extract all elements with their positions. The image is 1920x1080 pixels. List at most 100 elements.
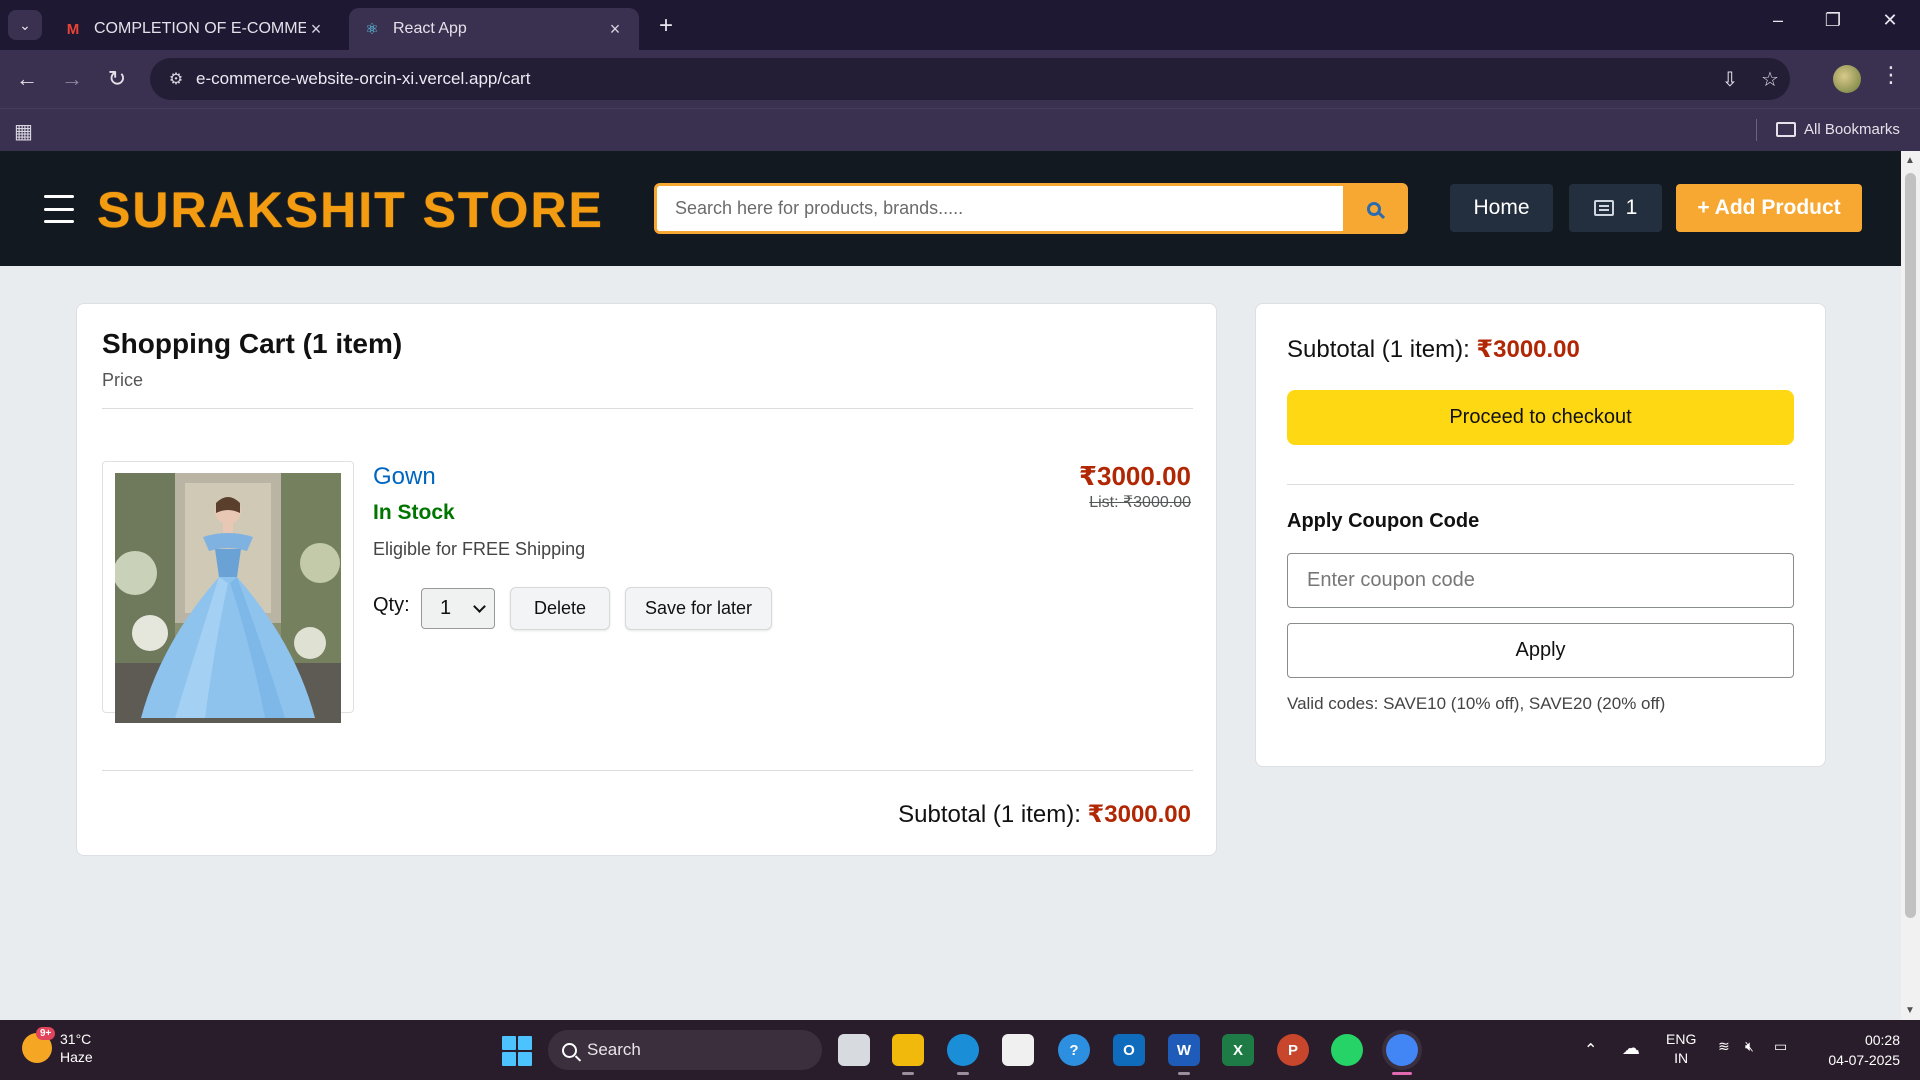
folder-icon [1776,122,1796,137]
cart-subtotal: Subtotal (1 item): ₹3000.00 [898,800,1191,829]
edge-icon[interactable] [947,1034,979,1066]
hamburger-menu-icon[interactable] [44,195,74,223]
tab-gmail[interactable]: M COMPLETION OF E-COMMERCE × [50,8,340,50]
chrome-icon[interactable] [1386,1034,1418,1066]
powerpoint-icon[interactable]: P [1277,1034,1309,1066]
divider [1287,484,1794,485]
install-app-icon[interactable]: ⇩ [1710,67,1750,92]
taskbar-search-label: Search [587,1040,641,1059]
valid-codes-hint: Valid codes: SAVE10 (10% off), SAVE20 (2… [1287,694,1666,713]
cart-button[interactable]: 1 [1569,184,1662,232]
minimize-icon[interactable]: – [1758,10,1798,31]
bookmark-star-icon[interactable]: ☆ [1750,67,1790,92]
apply-coupon-button[interactable]: Apply [1287,623,1794,678]
search-input[interactable] [657,186,1343,231]
store-logo[interactable]: SURAKSHIT STORE [97,181,604,239]
outlook-icon[interactable]: O [1113,1034,1145,1066]
product-name-link[interactable]: Gown [373,463,436,491]
scroll-down-icon[interactable]: ▼ [1905,1005,1915,1016]
bookmarks-divider [1756,119,1757,141]
weather-widget[interactable]: 9+ 31°C Haze [22,1027,93,1066]
gmail-icon: M [66,20,80,38]
quantity-select[interactable]: 1 [421,588,495,629]
url-text: e-commerce-website-orcin-xi.vercel.app/c… [196,69,531,88]
file-explorer-icon[interactable] [892,1034,924,1066]
tab-title: COMPLETION OF E-COMMERCE [94,20,306,37]
save-for-later-button[interactable]: Save for later [625,587,772,630]
divider [102,408,1193,409]
help-icon[interactable]: ? [1058,1034,1090,1066]
temperature: 31°C [60,1031,92,1047]
proceed-to-checkout-button[interactable]: Proceed to checkout [1287,390,1794,445]
search-icon [1367,201,1381,216]
date: 04-07-2025 [1828,1052,1900,1068]
address-bar[interactable]: ⚙ e-commerce-website-orcin-xi.vercel.app… [150,58,1790,100]
taskbar-search[interactable]: Search [548,1030,822,1070]
all-bookmarks-label: All Bookmarks [1804,121,1900,138]
home-button[interactable]: Home [1450,184,1553,232]
page-scrollbar[interactable]: ▲ ▼ [1901,151,1920,1020]
tab-react-app[interactable]: ⚛ React App × [349,8,639,50]
chevron-down-icon [473,599,486,613]
reload-icon[interactable]: ↻ [102,64,132,94]
browser-tab-strip: ⌄ M COMPLETION OF E-COMMERCE × ⚛ React A… [0,0,1920,50]
all-bookmarks-button[interactable]: All Bookmarks [1776,121,1900,138]
tab-title: React App [393,20,467,37]
forward-icon[interactable]: → [57,64,87,94]
active-indicator [1392,1072,1412,1075]
coupon-code-input[interactable] [1287,553,1794,608]
clock[interactable]: 00:28 04-07-2025 [1828,1030,1900,1070]
coupon-heading: Apply Coupon Code [1287,510,1480,532]
weather-condition: Haze [60,1049,93,1065]
search-icon [562,1042,577,1058]
summary-subtotal: Subtotal (1 item): ₹3000.00 [1287,335,1580,364]
region: IN [1674,1050,1689,1066]
new-tab-button[interactable]: + [652,12,680,40]
stock-status: In Stock [373,501,455,524]
menu-kebab-icon[interactable]: ⋮ [1880,62,1902,88]
scrollbar-thumb[interactable] [1905,173,1916,918]
running-indicator [1178,1072,1190,1075]
react-icon: ⚛ [365,21,379,38]
back-icon[interactable]: ← [12,64,42,94]
search-bar [654,183,1408,234]
search-button[interactable] [1343,186,1405,231]
windows-start-icon[interactable] [502,1036,532,1066]
close-tab-icon[interactable]: × [605,19,625,40]
site-info-icon[interactable]: ⚙ [156,69,196,89]
close-window-icon[interactable]: ✕ [1870,10,1910,31]
scroll-up-icon[interactable]: ▲ [1905,155,1915,166]
battery-icon[interactable]: ▭ [1774,1038,1787,1055]
price-column-heading: Price [102,370,144,390]
onedrive-icon[interactable]: ☁ [1622,1038,1640,1059]
shipping-eligibility: Eligible for FREE Shipping [373,539,586,559]
chevron-down-icon: ⌄ [19,16,31,33]
word-icon[interactable]: W [1168,1034,1200,1066]
language-indicator[interactable]: ENG IN [1666,1030,1696,1068]
cart-icon [1593,200,1614,216]
subtotal-label: Subtotal (1 item): [898,801,1081,828]
delete-button[interactable]: Delete [510,587,610,630]
task-view-icon[interactable] [838,1034,870,1066]
chevron-up-icon[interactable]: ⌃ [1584,1040,1597,1060]
weather-icon: 9+ [22,1027,56,1063]
add-product-button[interactable]: + Add Product [1676,184,1862,232]
excel-icon[interactable]: X [1222,1034,1254,1066]
wifi-icon[interactable]: ≋ [1718,1038,1730,1055]
shopping-cart-card: Shopping Cart (1 item) Price Gown In Sto… [76,303,1217,856]
browser-toolbar: ← → ↻ ⚙ e-commerce-website-orcin-xi.verc… [0,50,1920,108]
subtotal-label: Subtotal (1 item): [1287,336,1470,363]
restore-icon[interactable]: ❐ [1813,10,1853,31]
close-tab-icon[interactable]: × [306,19,326,40]
quantity-value: 1 [440,597,452,619]
volume-muted-icon[interactable]: 🔇︎ [1745,1038,1754,1055]
running-indicator [957,1072,969,1075]
list-price: List: ₹3000.00 [1089,494,1191,511]
profile-avatar[interactable] [1833,65,1861,93]
apps-grid-icon[interactable]: ▦ [14,119,33,144]
product-image[interactable] [102,461,354,723]
tab-search-button[interactable]: ⌄ [8,10,42,40]
time: 00:28 [1864,1032,1900,1048]
microsoft-store-icon[interactable] [1002,1034,1034,1066]
whatsapp-icon[interactable] [1331,1034,1363,1066]
